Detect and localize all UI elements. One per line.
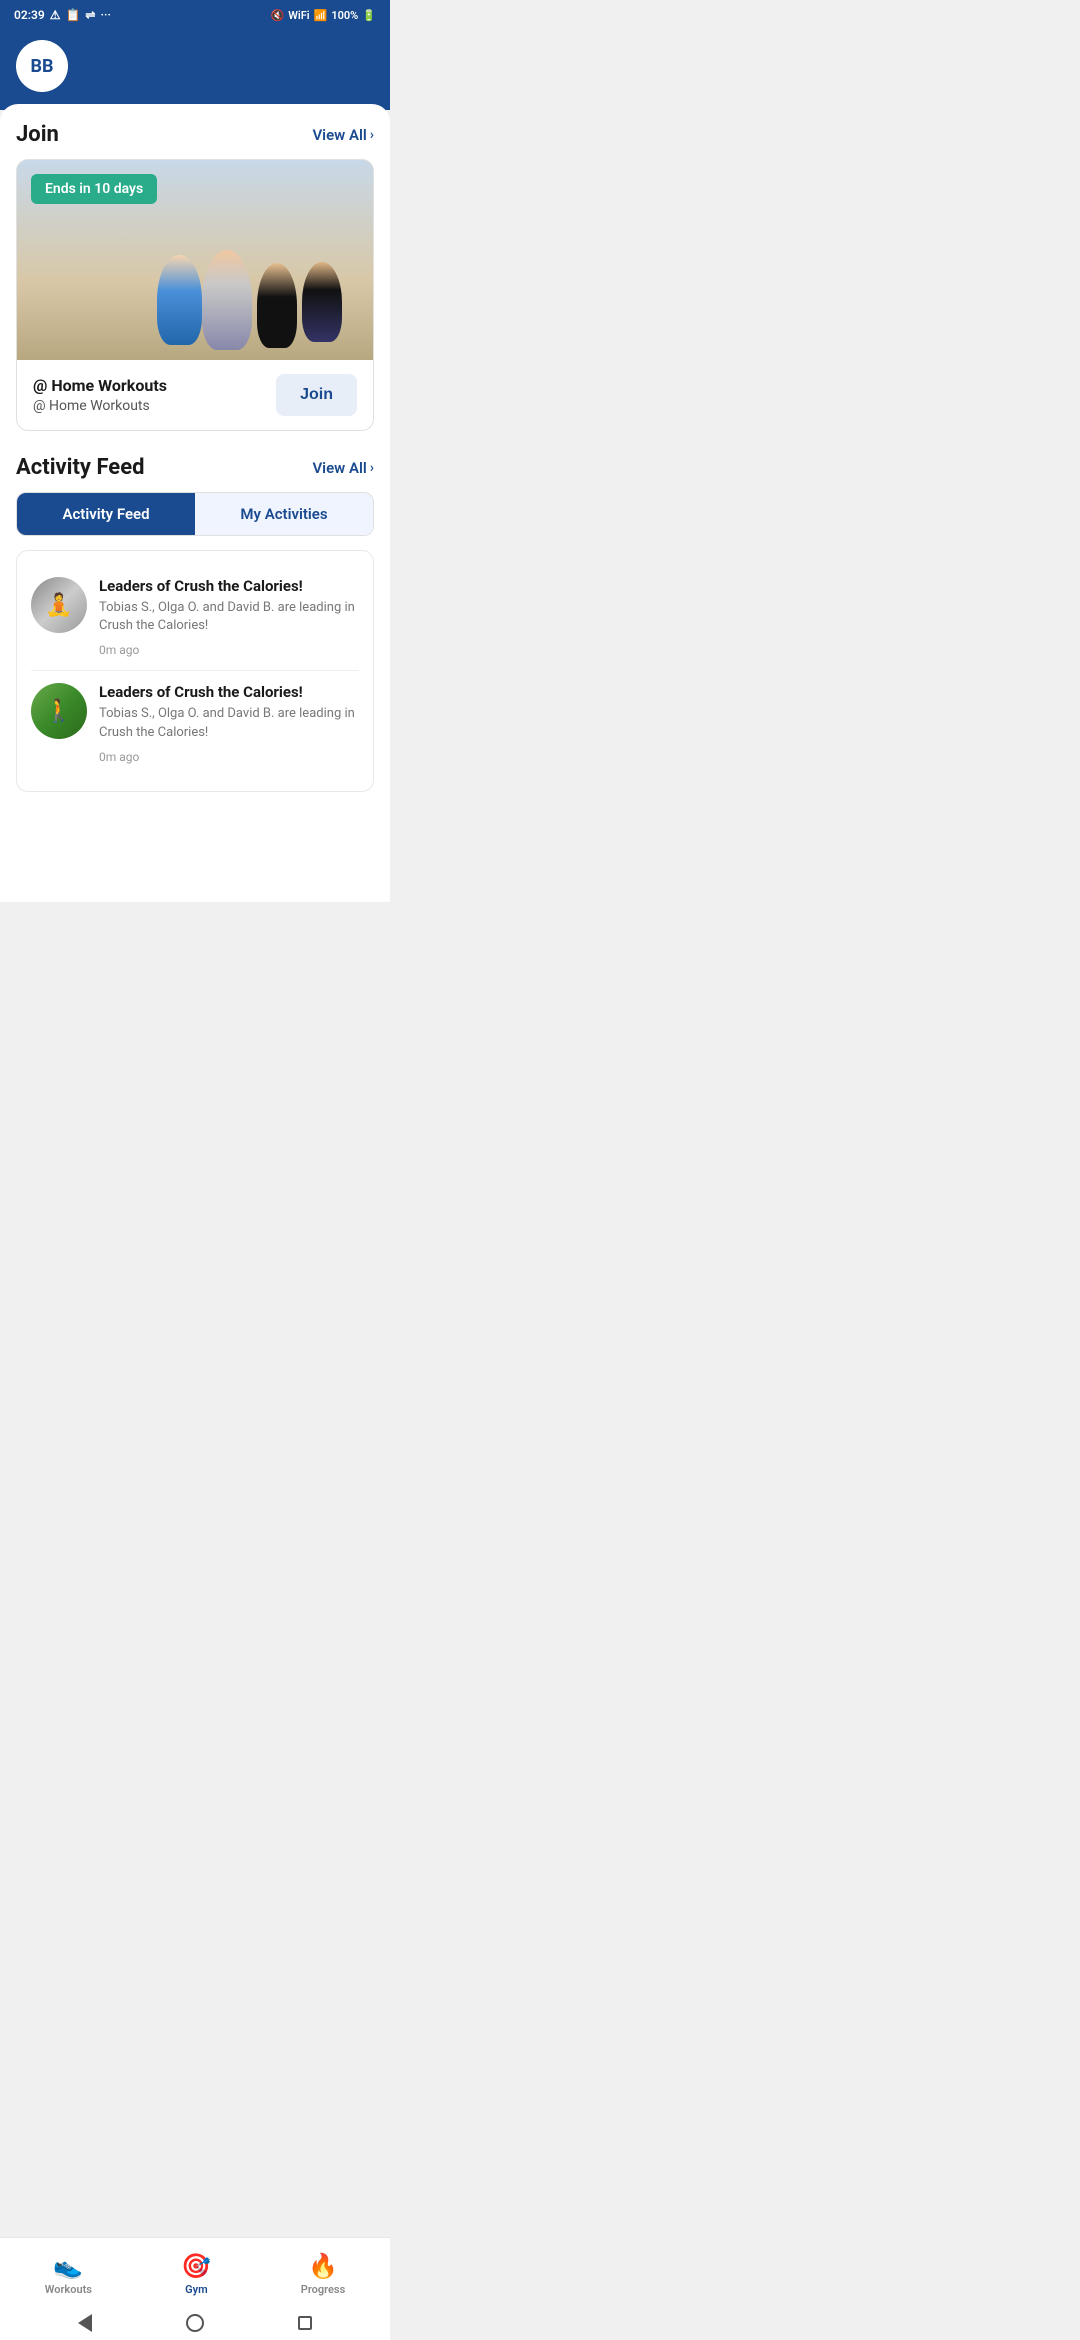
activity-view-all[interactable]: View All › <box>312 459 374 477</box>
challenge-image: Ends in 10 days <box>17 160 373 360</box>
status-bar: 02:39 ⚠ 📋 ⇌ ··· 🔇 WiFi 📶 100% 🔋 <box>0 0 390 30</box>
yoga-icon: 🧘 <box>31 577 87 633</box>
feed-item-2: 🚶 Leaders of Crush the Calories! Tobias … <box>31 671 359 776</box>
runner-1 <box>157 255 202 345</box>
runner-3 <box>257 263 297 348</box>
challenge-name: @ Home Workouts <box>33 376 167 395</box>
system-nav <box>0 2306 390 2340</box>
nav-item-workouts[interactable]: 👟 Workouts <box>25 2248 112 2300</box>
workouts-icon: 👟 <box>53 2252 83 2280</box>
workouts-label: Workouts <box>45 2283 92 2296</box>
gym-icon: 🎯 <box>181 2252 211 2280</box>
tab-activity-feed[interactable]: Activity Feed <box>17 493 195 535</box>
warning-icon: ⚠ <box>50 8 61 22</box>
recents-icon <box>298 2316 312 2330</box>
feed-card: 🧘 Leaders of Crush the Calories! Tobias … <box>16 550 374 792</box>
feed-title-1: Leaders of Crush the Calories! <box>99 577 359 595</box>
challenge-card: Ends in 10 days @ Home Workouts @ Home W… <box>16 159 374 431</box>
progress-label: Progress <box>301 2283 345 2296</box>
challenge-subtitle: @ Home Workouts <box>33 398 167 414</box>
tab-activity-feed-label: Activity Feed <box>62 505 149 523</box>
usb-icon: ⇌ <box>85 8 95 22</box>
feed-avatar-2: 🚶 <box>31 683 87 739</box>
back-icon <box>78 2314 92 2332</box>
activity-feed-title: Activity Feed <box>16 455 144 480</box>
join-section-header: Join View All › <box>16 122 374 147</box>
feed-time-2: 0m ago <box>99 750 139 764</box>
feed-description-1: Tobias S., Olga O. and David B. are lead… <box>99 599 359 635</box>
feed-description-2: Tobias S., Olga O. and David B. are lead… <box>99 705 359 741</box>
dots-icon: ··· <box>100 8 111 22</box>
challenge-text: @ Home Workouts @ Home Workouts <box>33 376 167 414</box>
challenge-info: @ Home Workouts @ Home Workouts Join <box>17 360 373 430</box>
join-view-all[interactable]: View All › <box>312 126 374 144</box>
activity-view-all-label: View All <box>312 459 366 477</box>
back-button[interactable] <box>74 2312 96 2334</box>
home-button[interactable] <box>184 2312 206 2334</box>
activity-feed-section: Activity Feed View All › Activity Feed M… <box>16 451 374 792</box>
activity-tabs: Activity Feed My Activities <box>16 492 374 536</box>
walking-icon: 🚶 <box>31 683 87 739</box>
join-button[interactable]: Join <box>276 374 357 416</box>
tab-my-activities[interactable]: My Activities <box>195 493 373 535</box>
nav-item-gym[interactable]: 🎯 Gym <box>161 2248 231 2300</box>
status-time: 02:39 <box>14 8 45 22</box>
bottom-nav: 👟 Workouts 🎯 Gym 🔥 Progress <box>0 2237 390 2306</box>
user-avatar[interactable]: BB <box>16 40 68 92</box>
tab-my-activities-label: My Activities <box>240 505 327 523</box>
runner-2 <box>202 250 252 350</box>
status-right: 🔇 WiFi 📶 100% 🔋 <box>271 9 377 22</box>
home-icon <box>186 2314 204 2332</box>
join-chevron-icon: › <box>370 127 374 143</box>
feed-time-1: 0m ago <box>99 643 139 657</box>
nav-item-progress[interactable]: 🔥 Progress <box>281 2248 365 2300</box>
signal-icon: 📶 <box>314 9 328 22</box>
activity-feed-header: Activity Feed View All › <box>16 455 374 480</box>
progress-icon: 🔥 <box>308 2252 338 2280</box>
battery-icon: 🔋 <box>362 9 376 22</box>
edit-icon: 📋 <box>65 8 80 22</box>
status-left: 02:39 ⚠ 📋 ⇌ ··· <box>14 8 111 22</box>
recents-button[interactable] <box>294 2312 316 2334</box>
wifi-icon: WiFi <box>288 9 309 22</box>
feed-content-2: Leaders of Crush the Calories! Tobias S.… <box>99 683 359 764</box>
feed-avatar-1: 🧘 <box>31 577 87 633</box>
gym-label: Gym <box>185 2283 208 2296</box>
mute-icon: 🔇 <box>271 9 285 22</box>
feed-content-1: Leaders of Crush the Calories! Tobias S.… <box>99 577 359 658</box>
runner-4 <box>302 262 342 342</box>
join-view-all-label: View All <box>312 126 366 144</box>
join-title: Join <box>16 122 59 147</box>
feed-item-1: 🧘 Leaders of Crush the Calories! Tobias … <box>31 565 359 671</box>
ends-badge: Ends in 10 days <box>31 174 157 204</box>
feed-title-2: Leaders of Crush the Calories! <box>99 683 359 701</box>
app-header: BB <box>0 30 390 110</box>
activity-chevron-icon: › <box>370 460 374 476</box>
battery-percent: 100% <box>331 9 358 22</box>
main-content: Join View All › Ends in 10 days @ Home W… <box>0 104 390 902</box>
